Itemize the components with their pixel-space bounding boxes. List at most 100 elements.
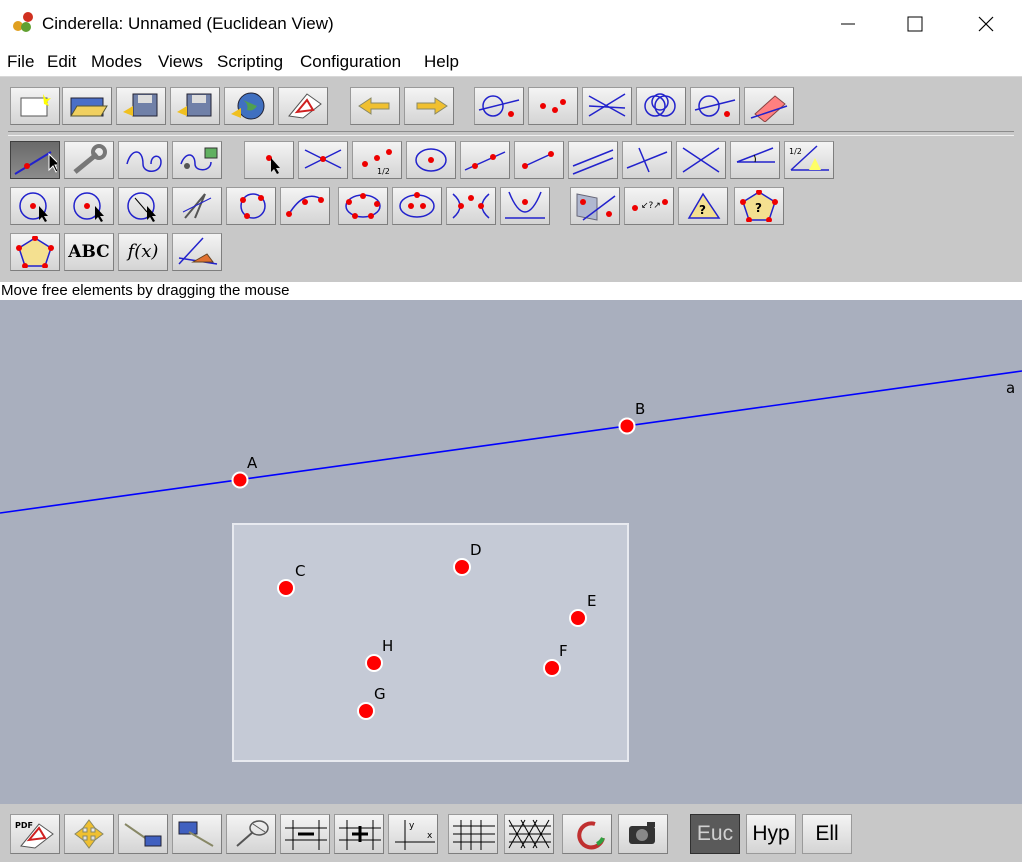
redo-button[interactable]	[404, 87, 454, 125]
show-conics-button[interactable]	[690, 87, 740, 125]
menu-views[interactable]: Views	[158, 52, 203, 72]
axes-button[interactable]: yx	[388, 814, 438, 854]
compass-tool-button[interactable]	[172, 187, 222, 225]
undo-button[interactable]	[350, 87, 400, 125]
menu-edit[interactable]: Edit	[47, 52, 76, 72]
save-as-button[interactable]	[170, 87, 220, 125]
angle-half-button[interactable]: 1/2	[784, 141, 834, 179]
perpendicular-button[interactable]	[622, 141, 672, 179]
zoom-out-button[interactable]	[172, 814, 222, 854]
line-a[interactable]	[0, 370, 1022, 514]
rotate-button[interactable]	[562, 814, 612, 854]
parabola-icon	[505, 191, 545, 219]
drawing-canvas[interactable]: a A B C D E F G H	[0, 300, 1022, 804]
free-curve-icon	[126, 151, 162, 172]
menu-help[interactable]: Help	[424, 52, 459, 72]
select-button[interactable]	[226, 814, 276, 854]
hyperbola-button[interactable]	[446, 187, 496, 225]
segment-button[interactable]	[514, 141, 564, 179]
select-icon	[236, 820, 269, 847]
point-b[interactable]: B	[618, 400, 646, 435]
eraser-icon	[750, 95, 788, 122]
free-curve-button[interactable]	[118, 141, 168, 179]
grid-finer-icon	[339, 820, 381, 850]
animation-icon	[180, 147, 218, 171]
menu-configuration[interactable]: Configuration	[300, 52, 401, 72]
arc-button[interactable]	[280, 187, 330, 225]
midpoint-button[interactable]: 1/2	[352, 141, 402, 179]
show-points-button[interactable]	[528, 87, 578, 125]
menu-scripting[interactable]: Scripting	[217, 52, 283, 72]
transformation-button[interactable]: ↙?↗	[624, 187, 674, 225]
rect-grid-button[interactable]	[448, 814, 498, 854]
status-message: Move free elements by dragging the mouse	[0, 282, 1022, 300]
check-polygon-button[interactable]: ?	[734, 187, 784, 225]
export-web-icon	[231, 92, 265, 120]
undo-icon	[358, 97, 390, 115]
compass-button[interactable]	[64, 187, 114, 225]
parallel-button[interactable]	[568, 141, 618, 179]
text-button[interactable]: ABC	[64, 233, 114, 271]
measure-angle-button[interactable]	[172, 233, 222, 271]
angle-bisector-button[interactable]	[730, 141, 780, 179]
polygon-button[interactable]	[10, 233, 60, 271]
zoom-out-icon	[178, 821, 214, 847]
circle-line-icon	[478, 95, 520, 117]
polygon-points-button[interactable]	[338, 187, 388, 225]
point-a[interactable]: A	[231, 454, 259, 489]
elliptic-view-button[interactable]: Ell	[802, 814, 852, 854]
pdf-export-button[interactable]: PDF	[10, 814, 60, 854]
print-button[interactable]	[278, 87, 328, 125]
line-through-points-button[interactable]	[460, 141, 510, 179]
zoom-in-button[interactable]	[118, 814, 168, 854]
circle-by-radius-button[interactable]	[10, 187, 60, 225]
point-label-d: D	[470, 541, 482, 559]
mirror-button[interactable]	[570, 187, 620, 225]
svg-text:1/2: 1/2	[377, 167, 390, 176]
save-as-icon	[177, 93, 212, 117]
intersection-button[interactable]	[298, 141, 348, 179]
wrench-button[interactable]	[64, 141, 114, 179]
maximize-button[interactable]	[891, 0, 937, 46]
animation-button[interactable]	[172, 141, 222, 179]
show-circle-point-button[interactable]	[474, 87, 524, 125]
hyperbolic-view-button[interactable]: Hyp	[746, 814, 796, 854]
title-bar: Cinderella: Unnamed (Euclidean View)	[0, 0, 1022, 46]
euclidean-view-button[interactable]: Euc	[690, 814, 740, 854]
grid-coarser-button[interactable]	[280, 814, 330, 854]
polygon-icon	[16, 236, 54, 268]
show-circles-icon	[644, 93, 676, 117]
construction-svg[interactable]: a A B C D E F G H	[0, 300, 1022, 804]
ellipse-button[interactable]	[392, 187, 442, 225]
menu-modes[interactable]: Modes	[91, 52, 142, 72]
close-button[interactable]	[962, 0, 1008, 46]
conic-five-points-button[interactable]	[226, 187, 276, 225]
check-triangle-button[interactable]: ?	[678, 187, 728, 225]
show-circles-button[interactable]	[636, 87, 686, 125]
bottom-toolbar: PDF yx Euc Hyp Ell	[0, 804, 1022, 862]
add-point-button[interactable]	[244, 141, 294, 179]
parabola-button[interactable]	[500, 187, 550, 225]
circle-three-points-button[interactable]	[118, 187, 168, 225]
circle-by-center-button[interactable]	[406, 141, 456, 179]
line-through-point-button[interactable]	[676, 141, 726, 179]
new-file-button[interactable]	[10, 87, 60, 125]
midpoint-icon: 1/2	[362, 149, 392, 176]
circle-by-radius-icon	[19, 192, 48, 222]
svg-text:x: x	[427, 831, 433, 841]
open-file-button[interactable]	[62, 87, 112, 125]
segment-icon	[522, 151, 554, 169]
tri-grid-button[interactable]	[504, 814, 554, 854]
grid-finer-button[interactable]	[334, 814, 384, 854]
menu-file[interactable]: File	[7, 52, 34, 72]
snapshot-button[interactable]	[618, 814, 668, 854]
move-view-button[interactable]	[64, 814, 114, 854]
show-lines-button[interactable]	[582, 87, 632, 125]
svg-text:y: y	[409, 821, 415, 831]
eraser-button[interactable]	[744, 87, 794, 125]
export-web-button[interactable]	[224, 87, 274, 125]
minimize-button[interactable]	[825, 0, 871, 46]
function-button[interactable]: f(x)	[118, 233, 168, 271]
save-file-button[interactable]	[116, 87, 166, 125]
move-mode-button[interactable]	[10, 141, 60, 179]
